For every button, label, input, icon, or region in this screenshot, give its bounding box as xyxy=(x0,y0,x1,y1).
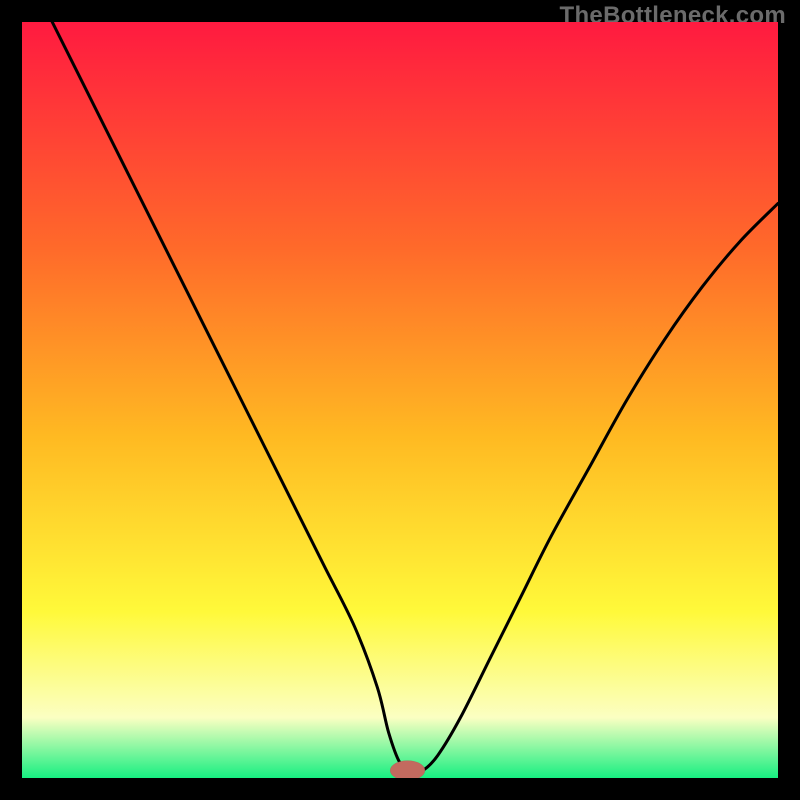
gradient-background xyxy=(22,22,778,778)
bottleneck-chart xyxy=(22,22,778,778)
chart-stage: TheBottleneck.com xyxy=(0,0,800,800)
